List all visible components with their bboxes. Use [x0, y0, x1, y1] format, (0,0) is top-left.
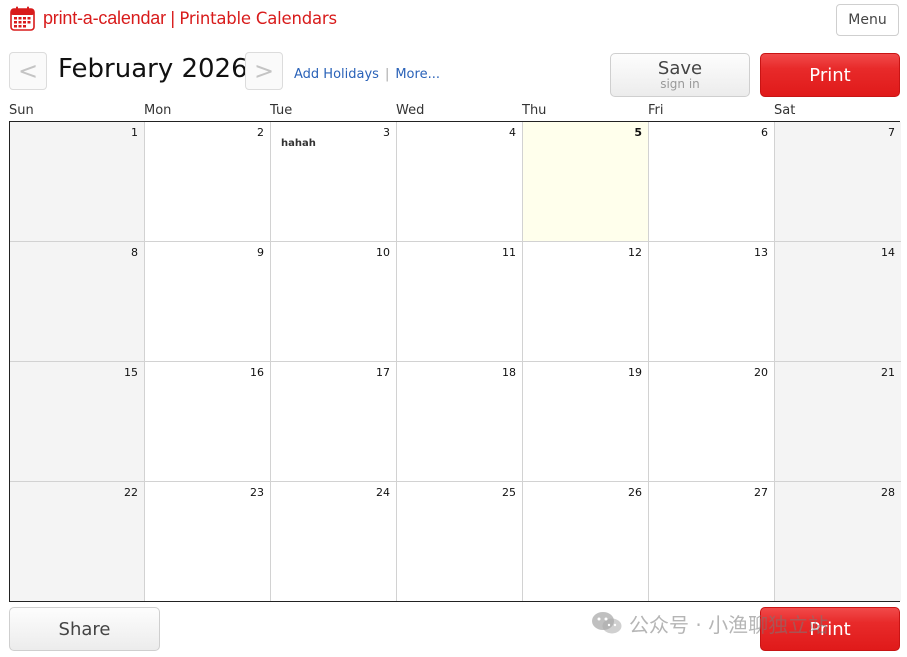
toolbar-links: Add Holidays | More... [294, 67, 440, 82]
day-cell[interactable]: 28 [775, 482, 901, 601]
save-button[interactable]: Save sign in [610, 53, 750, 97]
day-cell[interactable]: 24 [271, 482, 397, 601]
day-cell[interactable]: 16 [145, 362, 271, 482]
day-number: 5 [634, 126, 642, 139]
day-number: 26 [628, 486, 642, 499]
day-number: 11 [502, 246, 516, 259]
day-cell[interactable]: 3 hahah [271, 122, 397, 242]
day-number: 23 [250, 486, 264, 499]
day-cell[interactable]: 14 [775, 242, 901, 362]
day-cell[interactable]: 19 [523, 362, 649, 482]
share-button[interactable]: Share [9, 607, 160, 651]
logo-brand: print-a-calendar [43, 8, 166, 28]
day-number: 18 [502, 366, 516, 379]
day-cell[interactable]: 18 [397, 362, 523, 482]
links-separator: | [384, 67, 390, 82]
weekday-tue: Tue [270, 103, 293, 118]
weekday-sat: Sat [774, 103, 796, 118]
day-cell[interactable]: 4 [397, 122, 523, 242]
day-number: 20 [754, 366, 768, 379]
day-number: 3 [383, 126, 390, 139]
weekday-sun: Sun [9, 103, 34, 118]
day-number: 9 [257, 246, 264, 259]
logo-separator: | [169, 9, 176, 29]
calendar-grid: 1 2 3 hahah 4 5 6 7 8 9 10 11 12 13 14 15 16 17 18 19 20 21 22… [9, 121, 901, 602]
day-cell[interactable]: 9 [145, 242, 271, 362]
day-number: 14 [881, 246, 895, 259]
previous-month-button[interactable]: < [9, 52, 47, 90]
add-holidays-link[interactable]: Add Holidays [294, 67, 379, 82]
day-number: 6 [761, 126, 768, 139]
day-cell[interactable]: 1 [10, 122, 145, 242]
day-cell[interactable]: 17 [271, 362, 397, 482]
day-cell[interactable]: 6 [649, 122, 775, 242]
weekday-thu: Thu [522, 103, 547, 118]
day-cell[interactable]: 2 [145, 122, 271, 242]
day-number: 8 [131, 246, 138, 259]
day-number: 22 [124, 486, 138, 499]
day-cell[interactable]: 25 [397, 482, 523, 601]
calendar-event[interactable]: hahah [281, 138, 316, 149]
day-cell[interactable]: 12 [523, 242, 649, 362]
day-cell[interactable]: 27 [649, 482, 775, 601]
day-number: 19 [628, 366, 642, 379]
day-cell[interactable]: 15 [10, 362, 145, 482]
day-cell[interactable]: 8 [10, 242, 145, 362]
day-number: 1 [131, 126, 138, 139]
day-cell[interactable]: 23 [145, 482, 271, 601]
day-cell[interactable]: 26 [523, 482, 649, 601]
print-button-top[interactable]: Print [760, 53, 900, 97]
save-button-sublabel: sign in [660, 77, 700, 91]
day-number: 4 [509, 126, 516, 139]
day-number: 21 [881, 366, 895, 379]
day-number: 17 [376, 366, 390, 379]
day-cell[interactable]: 11 [397, 242, 523, 362]
chevron-right-icon: > [253, 57, 275, 85]
day-number: 24 [376, 486, 390, 499]
day-number: 15 [124, 366, 138, 379]
save-button-label: Save [657, 58, 703, 79]
logo-text: print-a-calendar | Printable Calendars [43, 8, 337, 29]
weekday-mon: Mon [144, 103, 172, 118]
logo[interactable]: print-a-calendar | Printable Calendars [10, 6, 337, 31]
next-month-button[interactable]: > [245, 52, 283, 90]
calendar-logo-icon [10, 6, 35, 31]
more-link[interactable]: More... [395, 67, 440, 82]
day-number: 7 [888, 126, 895, 139]
day-number: 28 [881, 486, 895, 499]
day-cell[interactable]: 22 [10, 482, 145, 601]
day-cell[interactable]: 7 [775, 122, 901, 242]
day-number: 12 [628, 246, 642, 259]
day-number: 25 [502, 486, 516, 499]
weekday-fri: Fri [648, 103, 664, 118]
day-cell[interactable]: 20 [649, 362, 775, 482]
day-number: 2 [257, 126, 264, 139]
day-number: 16 [250, 366, 264, 379]
day-cell[interactable]: 13 [649, 242, 775, 362]
day-number: 13 [754, 246, 768, 259]
print-button-bottom[interactable]: Print [760, 607, 900, 651]
weekday-wed: Wed [396, 103, 425, 118]
day-number: 27 [754, 486, 768, 499]
wechat-icon [591, 611, 623, 635]
logo-tagline: Printable Calendars [179, 9, 337, 28]
day-cell[interactable]: 10 [271, 242, 397, 362]
menu-button[interactable]: Menu [836, 4, 899, 36]
day-cell[interactable]: 5 [523, 122, 649, 242]
chevron-left-icon: < [17, 57, 39, 85]
day-cell[interactable]: 21 [775, 362, 901, 482]
month-title: February 2026 [58, 54, 248, 84]
day-number: 10 [376, 246, 390, 259]
weekday-header: Sun Mon Tue Wed Thu Fri Sat [9, 103, 900, 121]
